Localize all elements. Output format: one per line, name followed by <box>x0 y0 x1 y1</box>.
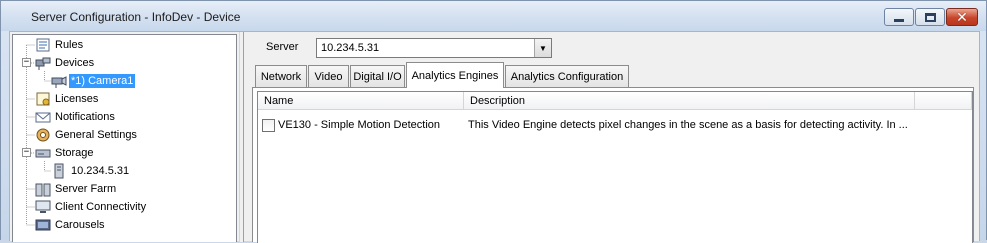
tree-item-server-farm[interactable]: Server Farm <box>35 180 118 198</box>
carousels-icon <box>35 219 51 231</box>
tree-item-label: 10.234.5.31 <box>71 165 130 177</box>
device-settings-pane: Server 10.234.5.31 ▼ Network Video Digit… <box>246 32 979 243</box>
tree-item-general-settings[interactable]: General Settings <box>35 126 139 144</box>
minimize-icon <box>894 18 904 22</box>
navigation-tree[interactable]: − − Rules Devices *1) Camera1 Licenses N… <box>12 34 237 242</box>
tree-item-label: Notifications <box>55 111 115 123</box>
storage-icon <box>35 149 51 158</box>
tab-video[interactable]: Video <box>308 65 349 87</box>
tree-item-label: Carousels <box>55 219 105 231</box>
minimize-button[interactable] <box>884 8 914 26</box>
close-icon: ✕ <box>956 9 968 25</box>
main-window: Server Configuration - InfoDev - Device … <box>0 0 987 243</box>
devices-icon <box>35 57 51 70</box>
tab-label: Video <box>314 70 343 83</box>
tree-item-label: Licenses <box>55 93 99 105</box>
client-area: − − Rules Devices *1) Camera1 Licenses N… <box>9 31 980 243</box>
rules-icon <box>36 38 50 52</box>
tab-label: Network <box>260 70 302 83</box>
tree-item-carousels[interactable]: Carousels <box>35 216 107 234</box>
tab-label: Digital I/O <box>353 70 402 83</box>
tree-item-rules[interactable]: Rules <box>35 36 85 54</box>
tree-item-label: Rules <box>55 39 84 51</box>
server-icon <box>54 163 64 179</box>
tree-item-devices[interactable]: Devices <box>35 54 96 72</box>
list-item[interactable]: VE130 - Simple Motion Detection This Vid… <box>258 116 972 134</box>
tree-item-client-connectivity[interactable]: Client Connectivity <box>35 198 148 216</box>
column-header-name[interactable]: Name <box>258 92 464 110</box>
maximize-button[interactable] <box>915 8 945 26</box>
engine-enable-checkbox[interactable] <box>262 119 275 132</box>
server-farm-icon <box>35 183 51 197</box>
gear-icon <box>36 128 50 142</box>
tree-item-camera1[interactable]: *1) Camera1 <box>51 72 136 90</box>
column-header-label: Name <box>264 94 294 107</box>
client-icon <box>35 200 51 213</box>
tree-item-licenses[interactable]: Licenses <box>35 90 100 108</box>
tree-item-server-10-234-5-31[interactable]: 10.234.5.31 <box>51 162 131 180</box>
analytics-engines-panel: Name Description VE130 - Simple Motion D… <box>252 87 974 243</box>
tab-label: Analytics Configuration <box>510 70 624 83</box>
analytics-engines-list[interactable]: Name Description VE130 - Simple Motion D… <box>257 91 973 243</box>
tree-item-label: Storage <box>55 147 94 159</box>
engine-description: This Video Engine detects pixel changes … <box>468 119 908 131</box>
camera-icon <box>51 76 67 88</box>
server-dropdown-value: 10.234.5.31 <box>321 42 380 54</box>
tab-analytics-engines[interactable]: Analytics Engines <box>406 62 504 88</box>
window-title: Server Configuration - InfoDev - Device <box>31 10 241 24</box>
server-label: Server <box>266 41 299 53</box>
column-header-label: Description <box>470 94 526 107</box>
licenses-icon <box>36 92 50 106</box>
tree-item-label: *1) Camera1 <box>69 74 136 88</box>
tree-item-storage[interactable]: Storage <box>35 144 96 162</box>
tree-item-label: General Settings <box>55 129 137 141</box>
tab-network[interactable]: Network <box>255 65 307 87</box>
tree-item-label: Client Connectivity <box>55 201 147 213</box>
tab-digital-io[interactable]: Digital I/O <box>350 65 405 87</box>
server-dropdown[interactable]: 10.234.5.31 ▼ <box>316 38 552 58</box>
close-button[interactable]: ✕ <box>946 8 978 26</box>
chevron-down-icon[interactable]: ▼ <box>534 39 551 57</box>
tab-label: Analytics Engines <box>411 69 499 82</box>
pane-splitter[interactable] <box>239 32 244 242</box>
tree-item-label: Server Farm <box>55 183 117 195</box>
engine-name: VE130 - Simple Motion Detection <box>278 119 441 131</box>
tree-item-label: Devices <box>55 57 95 69</box>
column-header-filler <box>915 92 972 110</box>
storage-collapse-toggle[interactable]: − <box>22 148 31 157</box>
column-header-description[interactable]: Description <box>464 92 915 110</box>
notifications-icon <box>35 112 51 123</box>
devices-collapse-toggle[interactable]: − <box>22 58 31 67</box>
tab-analytics-configuration[interactable]: Analytics Configuration <box>505 65 629 87</box>
tree-item-notifications[interactable]: Notifications <box>35 108 117 126</box>
maximize-icon <box>924 12 936 22</box>
title-bar[interactable]: Server Configuration - InfoDev - Device … <box>1 1 986 31</box>
